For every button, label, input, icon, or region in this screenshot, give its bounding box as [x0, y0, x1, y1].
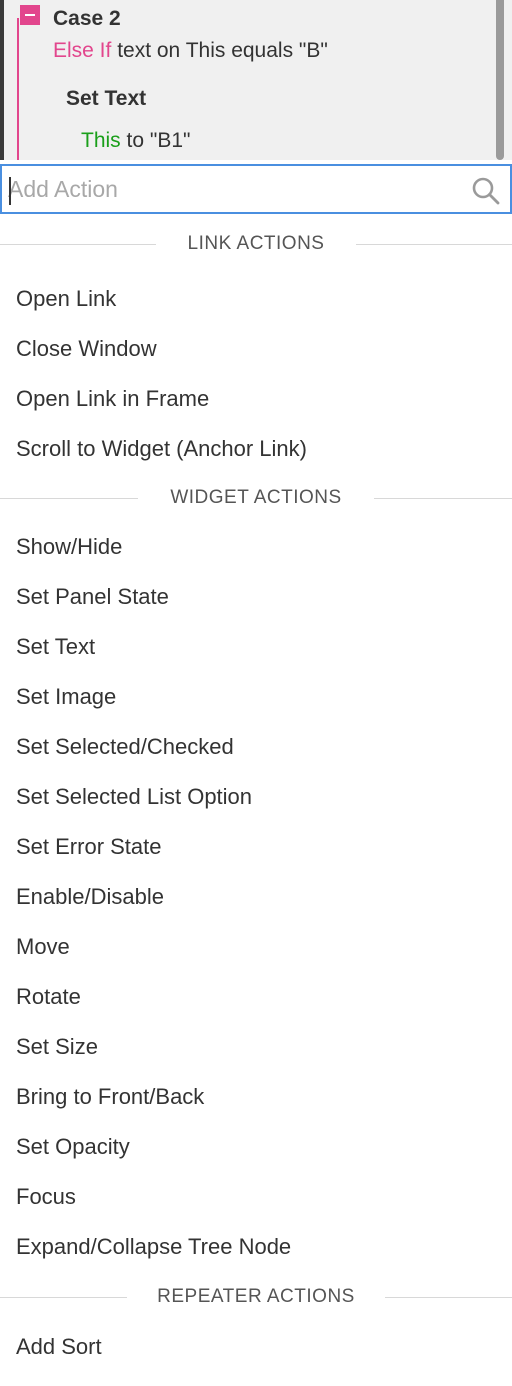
action-set-selected-list-option[interactable]: Set Selected List Option	[0, 772, 512, 822]
action-remove-sort[interactable]: Remove Sort	[0, 1372, 512, 1386]
search-icon[interactable]	[470, 175, 502, 207]
action-focus[interactable]: Focus	[0, 1172, 512, 1222]
action-scroll-to-widget[interactable]: Scroll to Widget (Anchor Link)	[0, 424, 512, 474]
action-set-text[interactable]: Set Text	[0, 622, 512, 672]
action-set-size[interactable]: Set Size	[0, 1022, 512, 1072]
action-detail[interactable]: This to "B1"	[81, 127, 190, 155]
divider	[356, 243, 512, 245]
action-set-panel-state[interactable]: Set Panel State	[0, 572, 512, 622]
case-condition[interactable]: Else If text on This equals "B"	[53, 37, 328, 65]
panel-left-border	[0, 0, 4, 160]
divider	[0, 497, 139, 499]
action-set-image[interactable]: Set Image	[0, 672, 512, 722]
panel-scrollbar[interactable]	[496, 0, 504, 160]
case-connector-line	[17, 18, 19, 160]
action-value: to "B1"	[120, 129, 191, 152]
add-action-input[interactable]	[8, 170, 458, 208]
text-caret	[9, 177, 11, 205]
case-title[interactable]: Case 2	[53, 5, 121, 33]
action-open-link[interactable]: Open Link	[0, 274, 512, 324]
action-close-window[interactable]: Close Window	[0, 324, 512, 374]
action-title[interactable]: Set Text	[66, 85, 146, 113]
action-add-sort[interactable]: Add Sort	[0, 1322, 512, 1372]
action-expand-collapse-tree-node[interactable]: Expand/Collapse Tree Node	[0, 1222, 512, 1272]
action-move[interactable]: Move	[0, 922, 512, 972]
section-title: WIDGET ACTIONS	[170, 487, 342, 508]
section-header-repeater-actions: REPEATER ACTIONS	[0, 1272, 512, 1322]
section-title: REPEATER ACTIONS	[157, 1286, 355, 1307]
divider	[384, 1296, 512, 1298]
action-show-hide[interactable]: Show/Hide	[0, 522, 512, 572]
condition-text: text on This equals "B"	[111, 39, 328, 62]
case-preview-panel: Case 2 Else If text on This equals "B" S…	[0, 0, 512, 160]
collapse-case-button[interactable]	[20, 5, 40, 25]
action-list: LINK ACTIONS Open Link Close Window Open…	[0, 214, 512, 1386]
divider	[373, 497, 512, 499]
action-target: This	[81, 129, 121, 152]
action-bring-to-front-back[interactable]: Bring to Front/Back	[0, 1072, 512, 1122]
section-header-widget-actions: WIDGET ACTIONS	[0, 474, 512, 522]
action-open-link-in-frame[interactable]: Open Link in Frame	[0, 374, 512, 424]
action-set-error-state[interactable]: Set Error State	[0, 822, 512, 872]
minus-icon	[25, 14, 35, 16]
divider	[0, 243, 156, 245]
section-title: LINK ACTIONS	[187, 233, 325, 254]
section-header-link-actions: LINK ACTIONS	[0, 214, 512, 274]
add-action-search	[0, 164, 512, 214]
action-set-opacity[interactable]: Set Opacity	[0, 1122, 512, 1172]
action-enable-disable[interactable]: Enable/Disable	[0, 872, 512, 922]
action-set-selected-checked[interactable]: Set Selected/Checked	[0, 722, 512, 772]
action-rotate[interactable]: Rotate	[0, 972, 512, 1022]
interaction-editor: Case 2 Else If text on This equals "B" S…	[0, 0, 512, 1386]
divider	[0, 1296, 128, 1298]
condition-keyword: Else If	[53, 39, 112, 62]
